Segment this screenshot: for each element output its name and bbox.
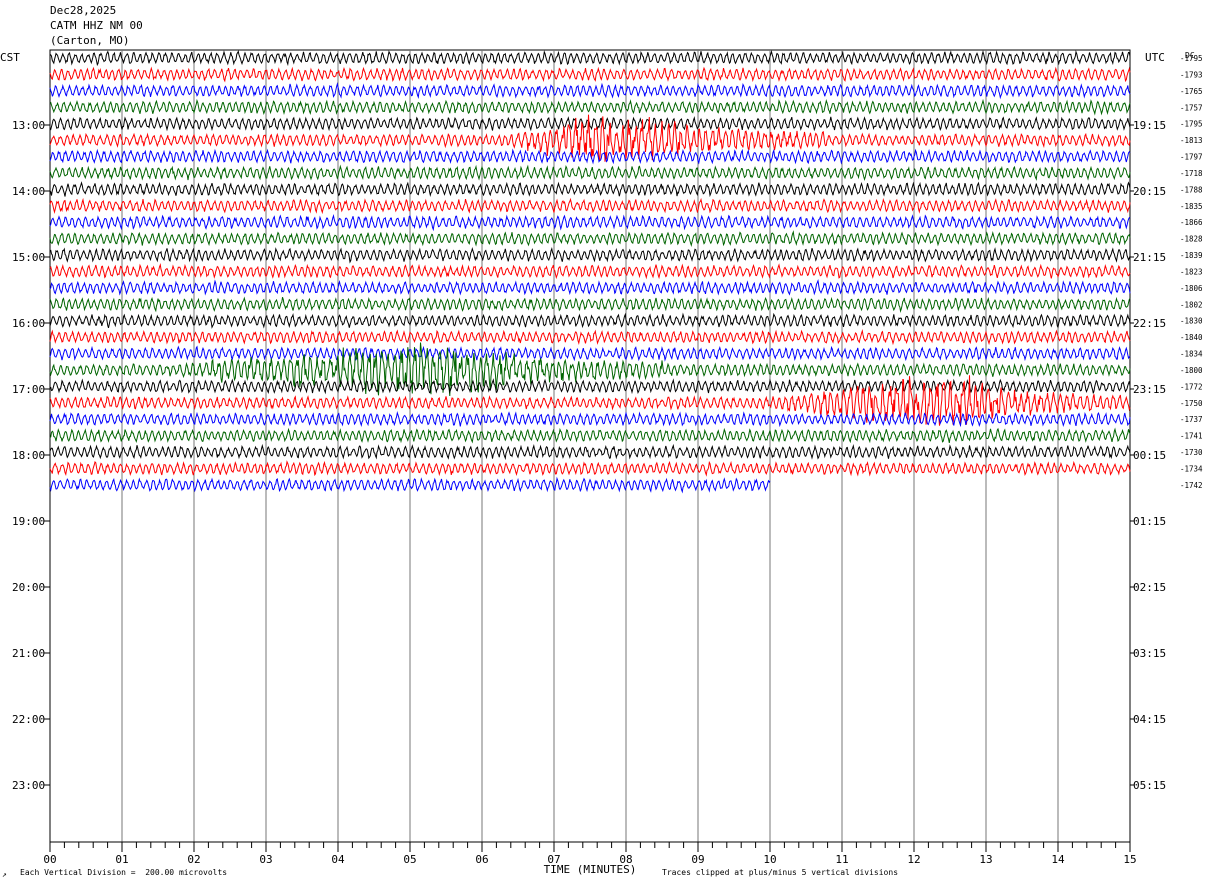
x-tick-label: 12 [907, 853, 920, 866]
x-tick-label: 15 [1123, 853, 1136, 866]
dc-offset-value: -1737 [1180, 415, 1203, 424]
dc-offset-value: -1802 [1180, 300, 1203, 309]
left-axis-label: CST [0, 51, 20, 64]
right-hour-label: 19:15 [1133, 119, 1166, 132]
seismic-trace [49, 66, 1131, 83]
right-hour-label: 22:15 [1133, 317, 1166, 330]
dc-offset-value: -1795 [1180, 120, 1203, 129]
dc-offset-value: -1797 [1180, 153, 1203, 162]
dc-offset-value: -1835 [1180, 202, 1203, 211]
dc-offset-value: -1757 [1180, 103, 1203, 112]
seismic-trace [49, 345, 1131, 362]
seismic-trace [49, 181, 1131, 198]
dc-offset-value: -1718 [1180, 169, 1203, 178]
dc-offset-value: -1742 [1180, 481, 1203, 490]
seismic-trace [49, 197, 1131, 215]
dc-offset-value: -1839 [1180, 251, 1203, 260]
dc-offset-value: -1741 [1180, 432, 1203, 441]
x-tick-label: 09 [691, 853, 704, 866]
left-hour-label: 18:00 [12, 449, 45, 462]
dc-offset-value: -1834 [1180, 350, 1203, 359]
left-hour-label: 15:00 [12, 251, 45, 264]
right-hour-label: 01:15 [1133, 515, 1166, 528]
seismic-trace [49, 164, 1131, 181]
x-tick-label: 05 [403, 853, 416, 866]
dc-offset-value: -1765 [1180, 87, 1203, 96]
seismic-trace [49, 116, 1131, 132]
x-tick-label: 13 [979, 853, 992, 866]
seismic-trace [49, 82, 1131, 100]
x-tick-label: 01 [115, 853, 128, 866]
seismic-trace [49, 427, 1131, 444]
seismic-trace [49, 49, 1131, 67]
corner-mark-icon: ↗ [2, 870, 7, 879]
x-tick-label: 04 [331, 853, 345, 866]
left-hour-label: 23:00 [12, 779, 45, 792]
x-tick-label: 11 [835, 853, 848, 866]
x-axis-title: TIME (MINUTES) [544, 863, 637, 876]
x-tick-label: 02 [187, 853, 200, 866]
seismic-trace [49, 443, 1131, 461]
left-hour-label: 14:00 [12, 185, 45, 198]
right-axis-label: UTC [1145, 51, 1165, 64]
seismic-trace [49, 279, 1131, 296]
right-hour-label: 20:15 [1133, 185, 1166, 198]
seismic-trace [49, 230, 1131, 248]
seismic-trace [49, 312, 1131, 329]
seismic-trace [49, 247, 1131, 264]
right-hour-label: 21:15 [1133, 251, 1166, 264]
x-tick-label: 06 [475, 853, 488, 866]
right-hour-label: 02:15 [1133, 581, 1166, 594]
dc-offset-value: -1800 [1180, 366, 1203, 375]
seismic-trace [50, 378, 1131, 395]
left-hour-label: 20:00 [12, 581, 45, 594]
left-hour-label: 21:00 [12, 647, 45, 660]
left-hour-label: 17:00 [12, 383, 45, 396]
dc-offset-value: -1793 [1180, 70, 1203, 79]
dc-offset-value: -1813 [1180, 136, 1203, 145]
seismic-trace [49, 460, 1131, 477]
helicorder-chart: 00 01 02 03 04 05 06 07 08 09 10 11 12 13 14 15TIME (MI… [0, 49, 1203, 876]
dc-offset-value: -1772 [1180, 382, 1203, 391]
seismic-trace [49, 214, 1131, 232]
dc-offset-value: -1734 [1180, 465, 1203, 474]
seismic-trace [49, 148, 1131, 165]
dc-offset-value: -1788 [1180, 185, 1203, 194]
right-hour-label: 03:15 [1133, 647, 1166, 660]
dc-offset-value: -1866 [1180, 218, 1203, 227]
left-hour-label: 19:00 [12, 515, 45, 528]
dc-offset-value: -1828 [1180, 235, 1203, 244]
left-hour-label: 22:00 [12, 713, 45, 726]
dc-offset-value: -1795 [1180, 54, 1203, 63]
right-hour-label: 04:15 [1133, 713, 1166, 726]
left-hour-label: 13:00 [12, 119, 45, 132]
right-hour-label: 00:15 [1133, 449, 1166, 462]
x-tick-label: 03 [259, 853, 272, 866]
left-hour-label: 16:00 [12, 317, 45, 330]
dc-offset-value: -1806 [1180, 284, 1203, 293]
x-tick-label: 00 [43, 853, 56, 866]
clip-note: Traces clipped at plus/minus 5 vertical … [662, 868, 899, 877]
seismic-trace [49, 263, 1131, 280]
dc-offset-value: -1840 [1180, 333, 1203, 342]
seismic-trace [49, 329, 1131, 346]
right-hour-label: 23:15 [1133, 383, 1166, 396]
dc-offset-value: -1830 [1180, 317, 1203, 326]
dc-offset-value: -1823 [1180, 267, 1203, 276]
dc-offset-value: -1730 [1180, 448, 1203, 457]
x-tick-label: 10 [763, 853, 776, 866]
seismic-trace [49, 410, 1131, 428]
seismic-trace [49, 98, 1131, 116]
scale-note: Each Vertical Division = 200.00 microvol… [20, 868, 228, 877]
x-tick-label: 14 [1051, 853, 1065, 866]
right-hour-label: 05:15 [1133, 779, 1166, 792]
dc-offset-value: -1750 [1180, 399, 1203, 408]
seismic-trace [49, 296, 1131, 313]
